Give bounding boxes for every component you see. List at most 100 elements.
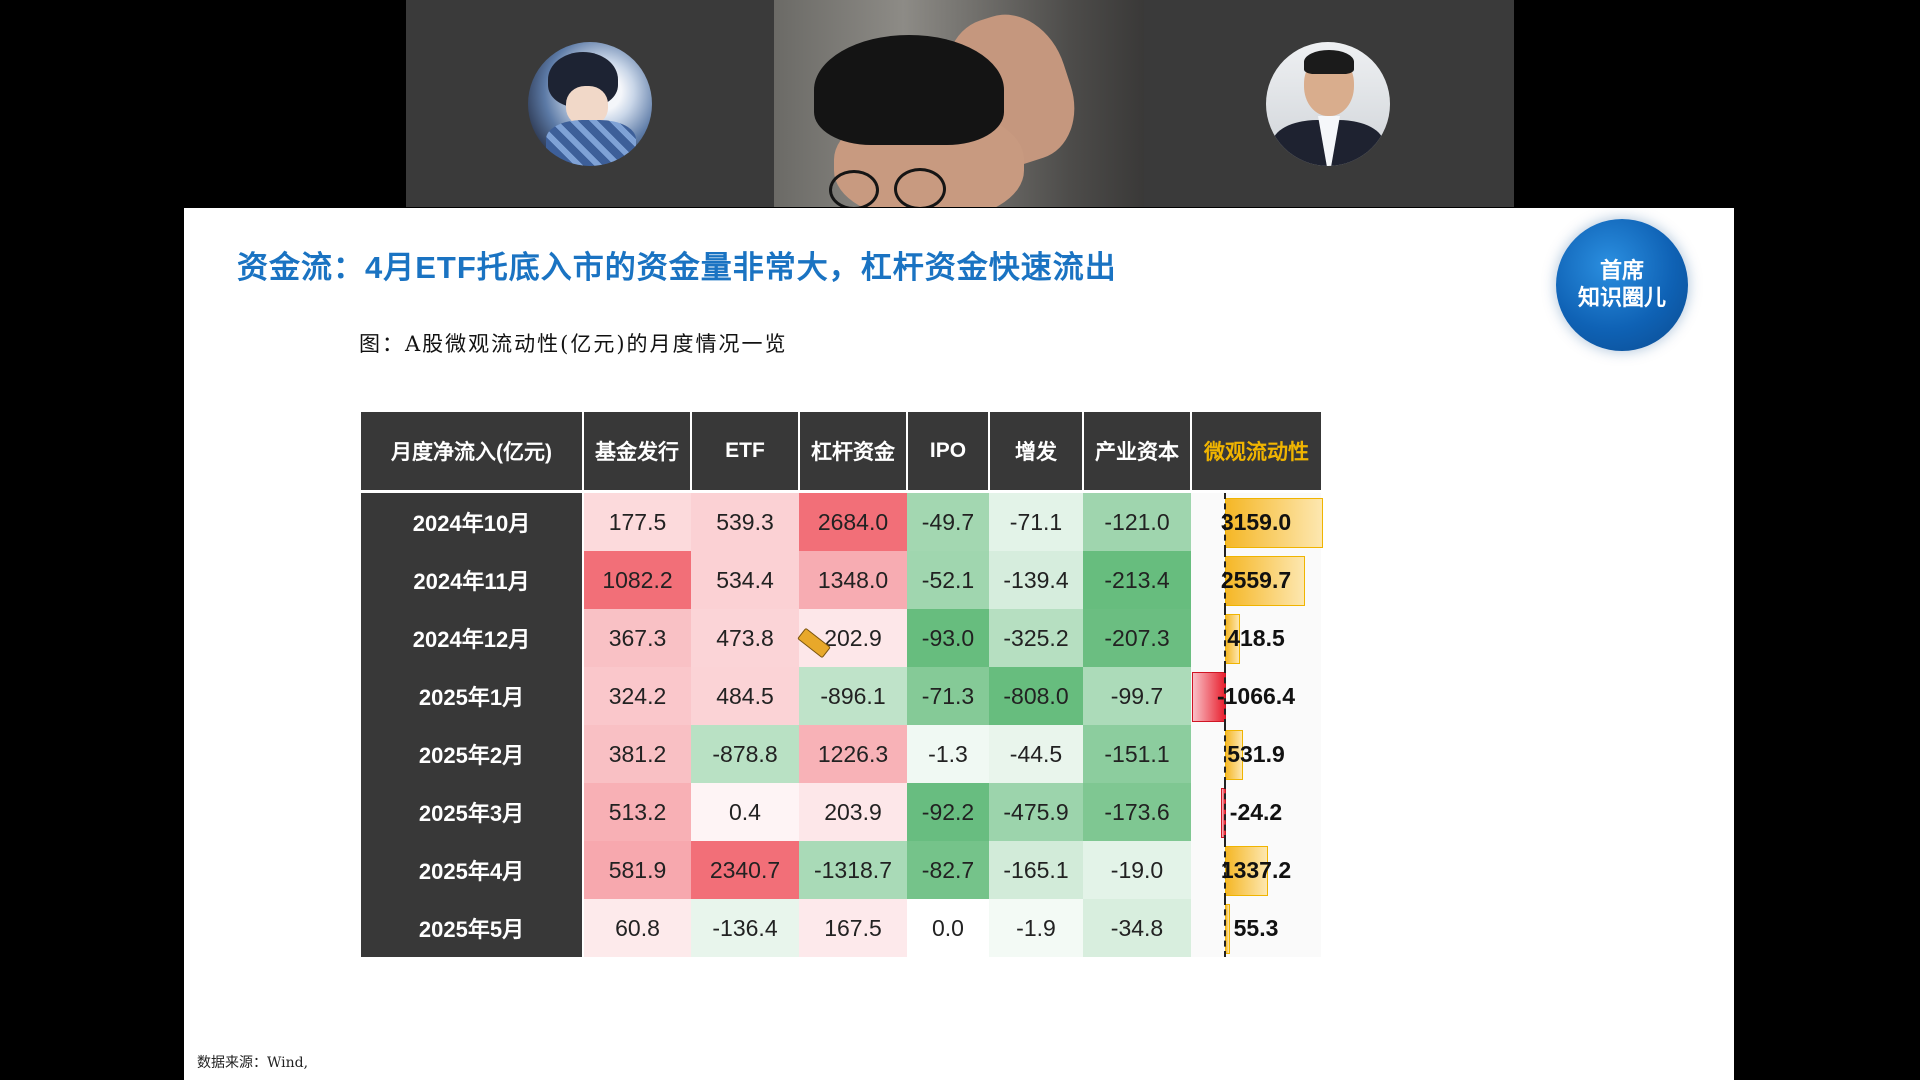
micro-liquidity-cell: 55.3 <box>1191 899 1321 957</box>
column-header: 微观流动性 <box>1191 412 1321 492</box>
table-cell: -173.6 <box>1083 783 1191 841</box>
micro-liquidity-value: 418.5 <box>1227 624 1285 651</box>
table-cell: -44.5 <box>989 725 1083 783</box>
table-cell: 534.4 <box>691 551 799 609</box>
micro-liquidity-cell: 418.5 <box>1191 609 1321 667</box>
table-cell: -151.1 <box>1083 725 1191 783</box>
micro-liquidity-value: 1337.2 <box>1220 856 1292 883</box>
table-cell: 0.0 <box>907 899 989 957</box>
participant-tile-left[interactable] <box>406 0 774 207</box>
table-row: 2024年12月 367.3 473.8 202.9 -93.0 -325.2 -207.3… <box>361 609 1321 667</box>
column-header: IPO <box>907 412 990 492</box>
table-cell: -52.1 <box>907 551 989 609</box>
table-cell: -121.0 <box>1083 490 1191 551</box>
row-month-label: 2025年4月 <box>361 841 584 899</box>
table-cell: -808.0 <box>989 667 1083 725</box>
table-cell: -896.1 <box>799 667 907 725</box>
logo-line-2: 知识圈儿 <box>1577 286 1666 311</box>
table-row: 2025年3月 513.2 0.4 203.9 -92.2 -475.9 -173.6 -24… <box>361 783 1321 841</box>
row-month-label: 2025年2月 <box>361 725 584 783</box>
table-row: 2025年5月 60.8 -136.4 167.5 0.0 -1.9 -34.8 55.3 <box>361 899 1321 957</box>
micro-liquidity-value: 55.3 <box>1233 914 1279 941</box>
table-cell: -878.8 <box>691 725 799 783</box>
table-cell: -71.1 <box>989 490 1083 551</box>
man-avatar-icon <box>1266 42 1390 166</box>
micro-liquidity-value: -1066.4 <box>1216 682 1295 709</box>
table-cell: -1.3 <box>907 725 989 783</box>
table-cell: 513.2 <box>583 783 691 841</box>
table-cell: 484.5 <box>691 667 799 725</box>
micro-liquidity-value: 531.9 <box>1227 740 1285 767</box>
table-cell: 2340.7 <box>691 841 799 899</box>
table-cell: 324.2 <box>583 667 691 725</box>
table-cell: -136.4 <box>691 899 799 957</box>
table-cell: 167.5 <box>799 899 907 957</box>
table-row: 2025年2月 381.2 -878.8 1226.3 -1.3 -44.5 -151.1 5… <box>361 725 1321 783</box>
table-header-row: 月度净流入(亿元) 基金发行 ETF 杠杆资金 IPO 增发 产业资本 微观流动性 <box>361 412 1321 492</box>
table-row: 2024年10月 177.5 539.3 2684.0 -49.7 -71.1 -121.0… <box>361 490 1323 551</box>
table-cell: 367.3 <box>583 609 691 667</box>
table-cell: -71.3 <box>907 667 989 725</box>
table-row: 2024年11月 1082.2 534.4 1348.0 -52.1 -139.4 -213… <box>361 551 1321 609</box>
table-cell: -325.2 <box>989 609 1083 667</box>
table-cell: 203.9 <box>799 783 907 841</box>
table-cell: 177.5 <box>583 490 691 551</box>
table-cell: -92.2 <box>907 783 989 841</box>
table-cell: 60.8 <box>583 899 691 957</box>
table-row: 2025年4月 581.9 2340.7 -1318.7 -82.7 -165.1 -19.… <box>361 841 1321 899</box>
table-cell: -1.9 <box>989 899 1083 957</box>
table-cell: 581.9 <box>583 841 691 899</box>
table-cell: 1082.2 <box>583 551 691 609</box>
table-cell: -207.3 <box>1083 609 1191 667</box>
table-cell: -213.4 <box>1083 551 1191 609</box>
table-cell: 1348.0 <box>799 551 907 609</box>
table-cell: -82.7 <box>907 841 989 899</box>
row-month-label: 2024年12月 <box>361 609 584 667</box>
table-cell: -1318.7 <box>799 841 907 899</box>
liquidity-table: 月度净流入(亿元) 基金发行 ETF 杠杆资金 IPO 增发 产业资本 微观流动性 2024年… <box>361 412 1323 957</box>
table-cell: 2684.0 <box>799 490 907 551</box>
table-cell: 473.8 <box>691 609 799 667</box>
row-month-label: 2025年5月 <box>361 899 584 957</box>
column-header: 月度净流入(亿元) <box>361 412 584 492</box>
row-month-label: 2024年10月 <box>361 490 584 551</box>
table-row: 2025年1月 324.2 484.5 -896.1 -71.3 -808.0 -99.7-… <box>361 667 1321 725</box>
table-cell: -34.8 <box>1083 899 1191 957</box>
row-month-label: 2024年11月 <box>361 551 584 609</box>
column-header: 基金发行 <box>583 412 692 492</box>
table-cell: 0.4 <box>691 783 799 841</box>
table-cell: 381.2 <box>583 725 691 783</box>
anime-avatar-icon <box>528 42 652 166</box>
table-cell: -49.7 <box>907 490 989 551</box>
micro-liquidity-cell: 531.9 <box>1191 725 1321 783</box>
table-cell: -165.1 <box>989 841 1083 899</box>
brand-logo: 首席 知识圈儿 <box>1556 219 1688 351</box>
slide-title: 资金流：4月ETF托底入市的资金量非常大，杠杆资金快速流出 <box>237 250 1117 285</box>
column-header: 产业资本 <box>1083 412 1192 492</box>
micro-liquidity-cell: -24.2 <box>1191 783 1321 841</box>
micro-liquidity-value: -24.2 <box>1229 798 1283 825</box>
logo-line-1: 首席 <box>1599 259 1644 284</box>
table-cell: -93.0 <box>907 609 989 667</box>
column-header: 杠杆资金 <box>799 412 908 492</box>
micro-liquidity-value: 3159.0 <box>1220 508 1292 535</box>
micro-liquidity-value: 2559.7 <box>1220 566 1292 593</box>
micro-liquidity-cell: -1066.4 <box>1191 667 1321 725</box>
data-source-note: 数据来源：Wind, <box>197 1055 309 1071</box>
table-cell: 1226.3 <box>799 725 907 783</box>
participant-video-center[interactable] <box>774 0 1144 207</box>
table-cell: -19.0 <box>1083 841 1191 899</box>
micro-liquidity-cell: 3159.0 <box>1191 490 1323 551</box>
row-month-label: 2025年1月 <box>361 667 584 725</box>
table-cell: 539.3 <box>691 490 799 551</box>
figure-caption: 图：A股微观流动性(亿元)的月度情况一览 <box>359 332 788 356</box>
column-header: ETF <box>691 412 800 492</box>
table-cell: -99.7 <box>1083 667 1191 725</box>
column-header: 增发 <box>989 412 1084 492</box>
participant-tile-right[interactable] <box>1144 0 1514 207</box>
shared-slide: 资金流：4月ETF托底入市的资金量非常大，杠杆资金快速流出 首席 知识圈儿 图：… <box>184 208 1734 1080</box>
table-cell: -475.9 <box>989 783 1083 841</box>
micro-liquidity-cell: 2559.7 <box>1191 551 1321 609</box>
row-month-label: 2025年3月 <box>361 783 584 841</box>
table-cell: -139.4 <box>989 551 1083 609</box>
